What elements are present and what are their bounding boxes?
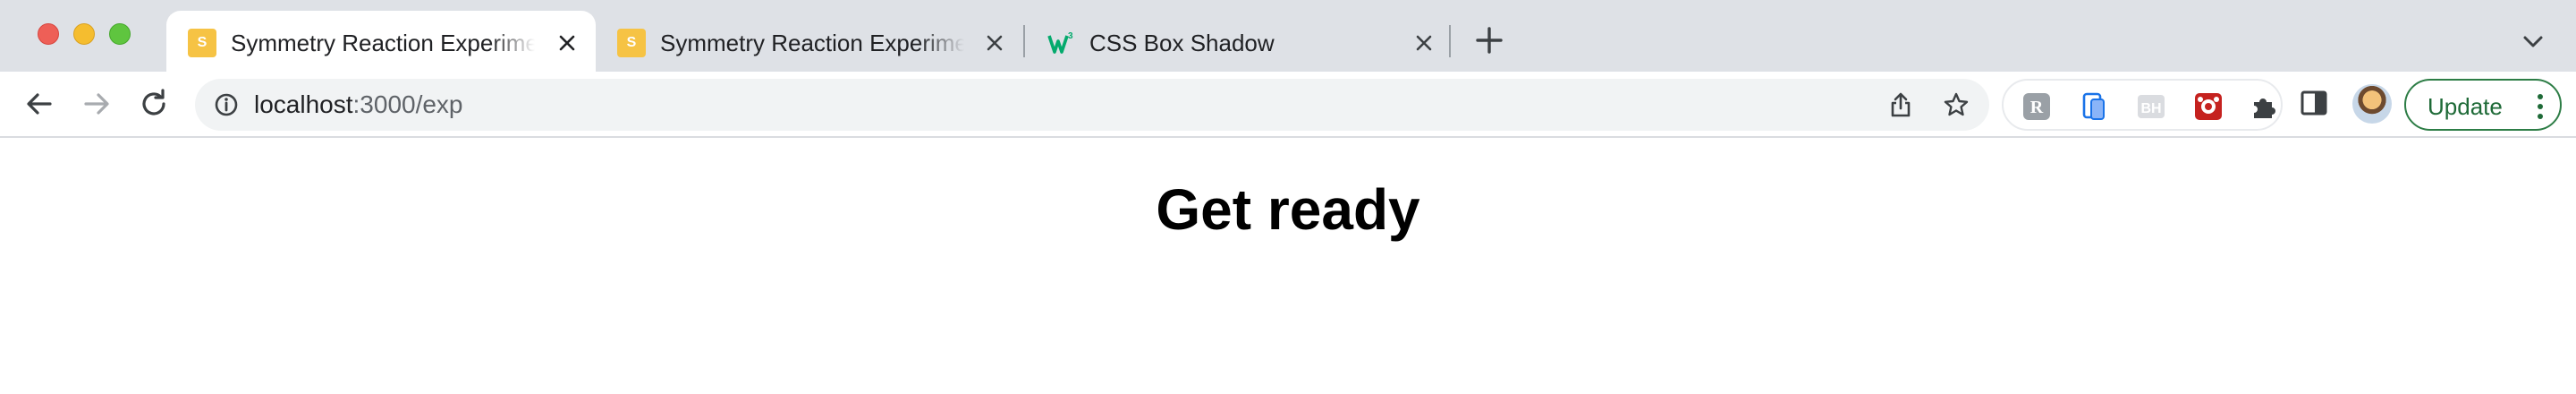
tab-strip: S Symmetry Reaction Experiment S Symmetr… <box>0 0 2576 72</box>
page-heading: Get ready <box>1156 177 1420 242</box>
window-maximize-button[interactable] <box>109 23 131 45</box>
profile-avatar[interactable] <box>2352 84 2392 124</box>
tab-css-box-shadow[interactable]: 3 CSS Box Shadow <box>1025 11 1454 72</box>
page-content: Get ready <box>0 140 2576 394</box>
url-host: localhost <box>254 90 353 118</box>
tab-separator <box>1449 25 1451 57</box>
address-bar[interactable]: localhost:3000/exp <box>195 79 1989 131</box>
bookmark-star-icon[interactable] <box>1943 91 1970 118</box>
extension-bh-icon[interactable]: BH <box>2136 91 2166 122</box>
site-info-icon[interactable] <box>213 91 240 118</box>
extensions-puzzle-icon[interactable] <box>2249 91 2279 122</box>
tab-title: Symmetry Reaction Experiment <box>231 30 535 56</box>
tab-symmetry-reaction-2[interactable]: S Symmetry Reaction Experiment <box>596 11 1025 72</box>
browser-toolbar: localhost:3000/exp R BH Update <box>0 72 2576 138</box>
chevron-down-icon[interactable] <box>2521 29 2546 54</box>
update-button-label: Update <box>2428 93 2503 120</box>
tab-title: Symmetry Reaction Experiment <box>660 30 964 56</box>
tab-symmetry-reaction-1[interactable]: S Symmetry Reaction Experiment <box>166 11 596 72</box>
more-vert-icon[interactable] <box>2537 93 2544 120</box>
site-favicon-icon: S <box>617 29 646 57</box>
tab-title: CSS Box Shadow <box>1089 30 1275 56</box>
w3schools-icon: 3 <box>1047 31 1073 54</box>
extensions-group: R BH <box>2002 79 2283 131</box>
svg-text:BH: BH <box>2140 101 2161 116</box>
new-tab-plus-icon[interactable] <box>1472 23 1506 57</box>
extension-red-icon[interactable] <box>2193 91 2224 122</box>
forward-arrow-icon[interactable] <box>79 86 114 122</box>
svg-text:R: R <box>2030 98 2044 117</box>
extension-r-icon[interactable]: R <box>2021 91 2052 122</box>
url-path: :3000/exp <box>352 90 463 118</box>
update-button[interactable]: Update <box>2404 79 2562 131</box>
window-minimize-button[interactable] <box>73 23 95 45</box>
share-icon[interactable] <box>1887 91 1914 118</box>
reload-icon[interactable] <box>136 86 172 122</box>
url-text[interactable]: localhost:3000/exp <box>254 90 463 119</box>
extension-device-icon[interactable] <box>2079 91 2109 122</box>
close-icon[interactable] <box>556 32 578 54</box>
window-close-button[interactable] <box>38 23 59 45</box>
back-arrow-icon[interactable] <box>21 86 57 122</box>
close-icon[interactable] <box>1413 32 1435 54</box>
svg-text:3: 3 <box>1068 31 1073 41</box>
side-panel-icon[interactable] <box>2299 88 2329 118</box>
close-icon[interactable] <box>984 32 1005 54</box>
site-favicon-icon: S <box>188 29 216 57</box>
